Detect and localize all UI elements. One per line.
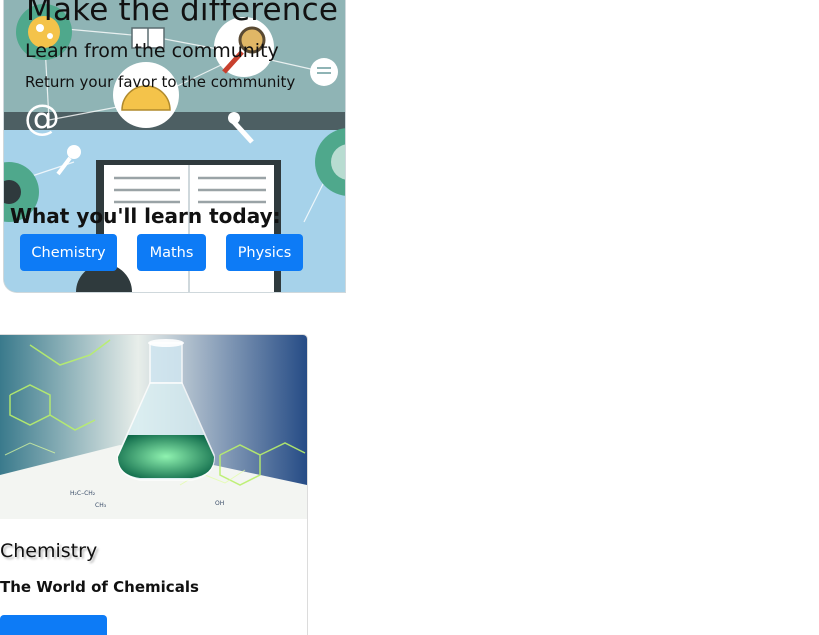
protractor-icon xyxy=(113,62,179,128)
card-text: The World of Chemicals xyxy=(0,578,199,596)
maths-button[interactable]: Maths xyxy=(137,234,206,271)
svg-text:@: @ xyxy=(24,98,60,139)
physics-button[interactable]: Physics xyxy=(226,234,303,271)
chat-bubble-icon xyxy=(310,58,338,86)
hero-title: Make the difference xyxy=(26,0,339,28)
at-sign-icon: @ xyxy=(24,98,60,139)
chemistry-card-image: H₂C–CH₂ CH₃ OH xyxy=(0,335,307,519)
hero-banner: @ Make the difference Learn from the com… xyxy=(3,0,346,293)
learn-today-label: What you'll learn today: xyxy=(10,204,281,228)
hero-tagline: Return your favor to the community xyxy=(25,73,296,91)
svg-text:OH: OH xyxy=(215,500,224,507)
chemistry-card: H₂C–CH₂ CH₃ OH Chemistry The World of Ch… xyxy=(0,334,308,635)
chemistry-button[interactable]: Chemistry xyxy=(20,234,117,271)
card-title: Chemistry xyxy=(0,540,98,562)
card-action-button[interactable] xyxy=(0,615,107,635)
svg-text:H₂C–CH₂: H₂C–CH₂ xyxy=(70,490,96,497)
hero-subtitle: Learn from the community xyxy=(25,40,279,62)
svg-text:CH₃: CH₃ xyxy=(95,502,107,509)
